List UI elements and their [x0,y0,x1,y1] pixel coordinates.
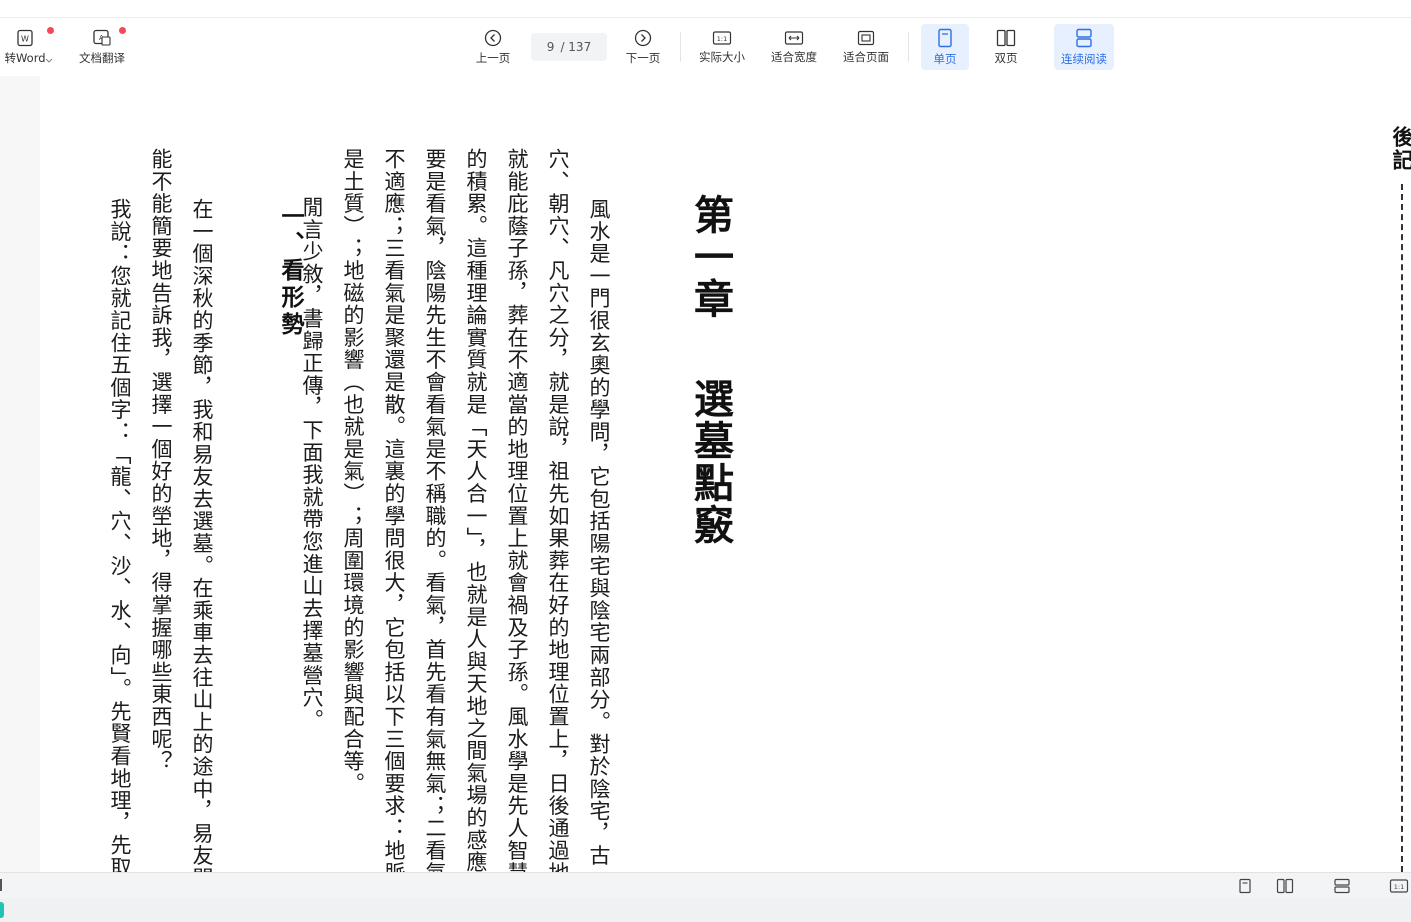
actual-size-icon: 1:1 [712,30,732,45]
body-column: 要是看氣，陰陽先生不會看氣是不稱職的。看氣，首先看有氣無氣；二看氣 [423,148,447,872]
actual-size-icon[interactable]: 1:1 [1389,878,1409,894]
body-column: 穴、朝穴、凡穴之分，就是說，祖先如果葬在好的地理位置上，日後通過地 [546,148,570,872]
body-column: 不適應；三看氣是聚還是散。這裏的學問很大，它包括以下三個要求：地脈 [382,148,406,872]
next-page-label-text: 後記 [1390,126,1411,172]
next-page-label: 下一页 [625,50,661,65]
translate-icon: A [93,29,111,46]
fit-width-label: 适合宽度 [771,49,817,64]
body-column: 的積累。這種理論實質就是「天人合一」，也就是人與天地之間氣場的感應 [464,148,488,872]
body-column: 能不能簡要地告訴我，選擇一個好的塋地，得掌握哪些東西呢？ [149,148,173,773]
fit-width-button[interactable]: 适合宽度 [765,24,823,70]
single-page-icon [938,28,952,47]
continuous-read-label: 连续阅读 [1061,51,1107,66]
chevron-down-icon[interactable] [45,58,53,64]
body-column: 我說：您就記住五個字：「龍、穴、沙、水、向」。先賢看地理，先取 [108,198,132,872]
single-page-button[interactable]: 单页 [921,24,969,70]
document-viewer[interactable]: 第一章選墓點竅 風水是一門很玄奧的學問，它包括陽宅與陰宅兩部分。對於陰宅，古 穴… [0,76,1411,872]
toolbar-divider [680,32,681,62]
body-column: 就能庇蔭子孫，葬在不適當的地理位置上就會禍及子孫。風水學是先人智慧 [505,148,529,872]
svg-text:1:1: 1:1 [717,35,727,43]
page-number-box[interactable]: 9 / 137 [531,33,607,61]
section-heading: 一、看形勢 [277,204,304,339]
toolbar-divider [908,32,909,62]
continuous-read-icon[interactable] [1333,878,1351,894]
continuous-read-button[interactable]: 连续阅读 [1054,24,1114,70]
arrow-left-circle-icon [484,29,502,46]
page-current-input[interactable]: 9 [547,40,555,54]
actual-size-label: 实际大小 [699,49,745,64]
window-top-strip [0,0,1411,18]
notification-dot [47,27,54,34]
arrow-right-circle-icon [634,29,652,46]
fit-page-label: 适合页面 [843,49,889,64]
prev-page-button[interactable]: 上一页 [469,24,517,70]
page-total: / 137 [560,40,592,54]
double-page-label: 双页 [994,50,1018,65]
next-page-button[interactable]: 下一页 [619,24,667,70]
actual-size-button[interactable]: 1:1 实际大小 [693,24,751,70]
svg-text:1:1: 1:1 [1394,883,1404,891]
body-column: 風水是一門很玄奧的學問，它包括陽宅與陰宅兩部分。對於陰宅，古 [587,198,611,867]
single-page-icon[interactable] [1237,878,1253,894]
chapter-title: 第一章選墓點竅 [687,194,734,546]
single-page-label: 单页 [933,51,957,66]
previous-page-edge [0,76,40,872]
continuous-read-icon [1076,28,1092,47]
chapter-number: 第一章 [687,194,734,320]
double-page-icon[interactable] [1276,878,1294,894]
word-icon: W [17,29,33,46]
fit-page-icon [857,30,875,45]
fit-page-button[interactable]: 适合页面 [837,24,895,70]
side-panel-handle[interactable] [0,902,4,918]
status-indicator [0,879,2,891]
chapter-name: 選墓點竅 [687,378,734,546]
svg-text:W: W [21,34,29,43]
double-page-icon [996,29,1016,46]
body-column: 是土質）；地磁的影響（也就是氣）；周圍環境的影響與配合等。 [341,148,365,795]
page-dashed-border [1401,184,1403,872]
doc-translate-label: 文档翻译 [79,50,125,65]
prev-page-label: 上一页 [475,50,511,65]
taskbar-strip [0,898,1411,922]
double-page-button[interactable]: 双页 [983,24,1029,70]
to-word-label: 转Word [4,50,46,65]
status-bar: 1:1 [0,872,1411,898]
fit-width-icon [784,30,804,45]
document-page: 第一章選墓點竅 風水是一門很玄奧的學問，它包括陽宅與陰宅兩部分。對於陰宅，古 穴… [40,76,1411,872]
notification-dot [119,27,126,34]
to-word-button[interactable]: W 转Word [0,24,50,70]
body-column: 在一個深秋的季節，我和易友去選墓。在乘車去往山上的途中，易友問 [190,198,214,872]
toolbar: W 转Word A 文档翻译 上一页 9 / 137 下一页 1:1 实际大小 … [0,18,1411,76]
